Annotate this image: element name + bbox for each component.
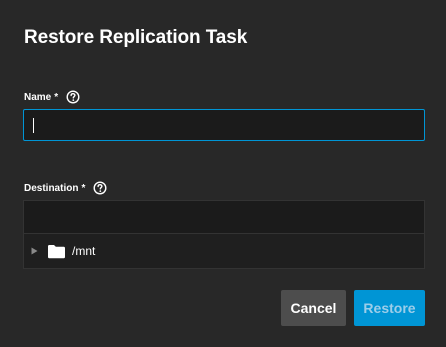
destination-label-text: Destination xyxy=(24,182,79,194)
name-field-label: Name * xyxy=(24,90,80,104)
destination-required-marker: * xyxy=(81,182,86,194)
expand-arrow-icon[interactable] xyxy=(30,247,38,255)
directory-tree: /mnt xyxy=(23,233,425,269)
destination-input[interactable] xyxy=(23,200,425,233)
text-caret xyxy=(33,118,34,133)
name-required-marker: * xyxy=(54,91,59,103)
restore-replication-dialog: Restore Replication Task Name * Destinat… xyxy=(0,0,446,347)
help-circle-icon[interactable] xyxy=(93,181,107,195)
destination-field-label: Destination * xyxy=(24,181,107,195)
name-input-container xyxy=(23,109,425,141)
tree-node-label: /mnt xyxy=(72,244,96,258)
restore-button[interactable]: Restore xyxy=(354,290,425,326)
name-input[interactable] xyxy=(24,110,424,140)
cancel-button[interactable]: Cancel xyxy=(281,290,346,326)
help-circle-icon[interactable] xyxy=(66,90,80,104)
folder-icon xyxy=(47,244,66,259)
dialog-title: Restore Replication Task xyxy=(24,27,248,48)
tree-node-mnt[interactable]: /mnt xyxy=(24,234,424,268)
name-label-text: Name xyxy=(24,91,52,103)
